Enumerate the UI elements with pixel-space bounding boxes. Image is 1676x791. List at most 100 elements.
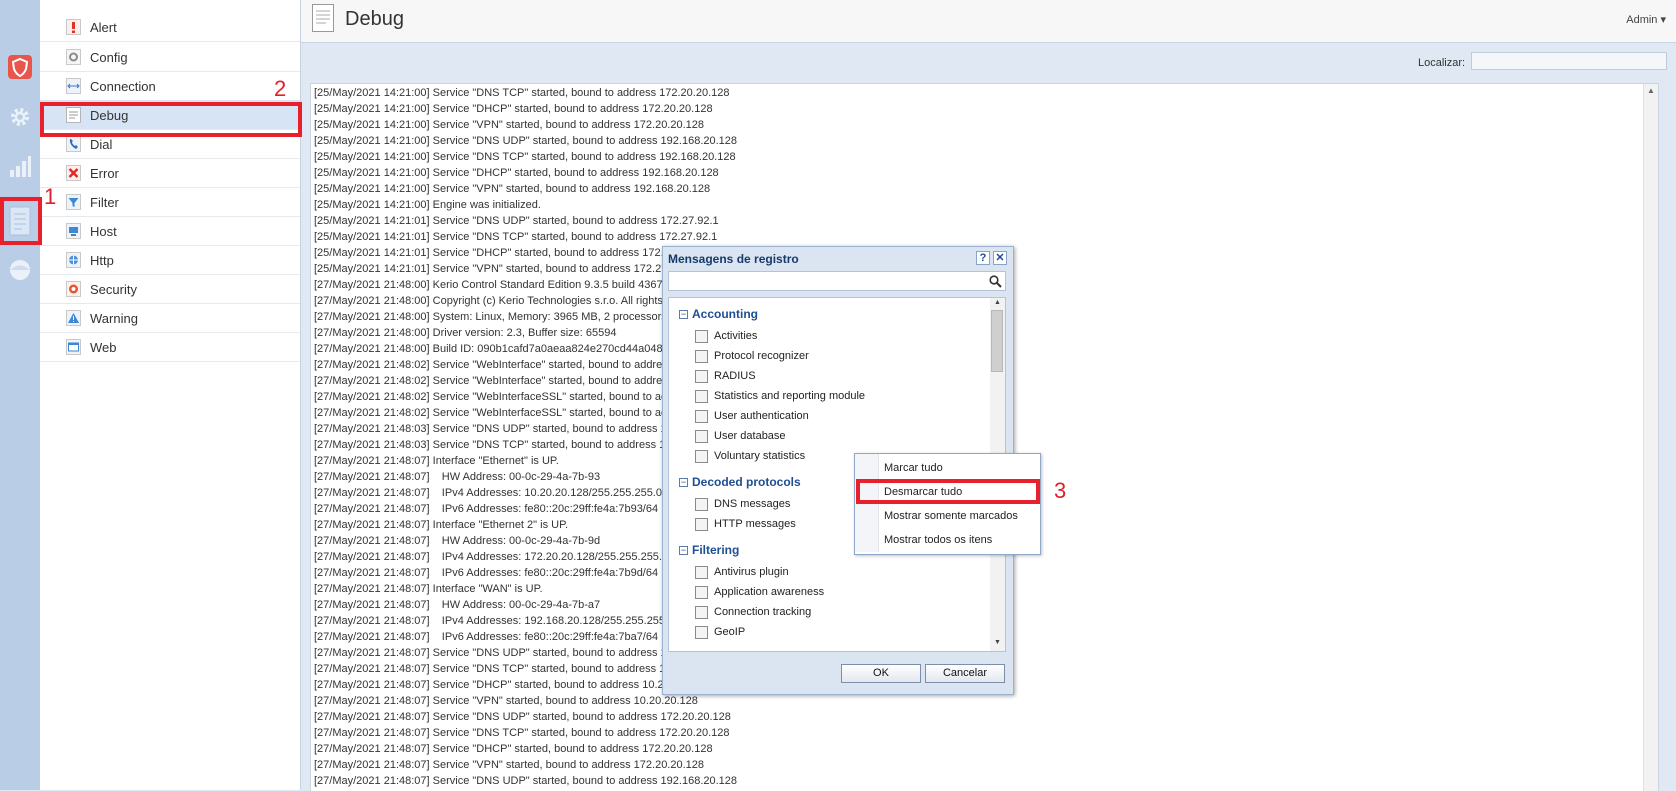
annotation-number-1: 1: [44, 184, 57, 209]
collapse-toggle-icon[interactable]: −: [679, 478, 688, 487]
annotation-box-1: [0, 197, 42, 245]
gear-icon[interactable]: [6, 103, 34, 131]
log-line: [25/May/2021 14:21:00] Service "VPN" sta…: [314, 119, 705, 131]
scroll-up-arrow-icon[interactable]: ▲: [1647, 86, 1655, 95]
annotation-box-2: [40, 102, 302, 137]
user-menu[interactable]: Admin ▾: [1626, 13, 1666, 26]
dialog-search-input[interactable]: [671, 274, 981, 288]
log-line: [27/May/2021 21:48:07] Service "DHCP" st…: [314, 743, 713, 755]
item-label: Protocol recognizer: [714, 350, 809, 362]
log-line: [27/May/2021 21:48:07] Service "VPN" sta…: [314, 759, 705, 771]
annotation-box-3: [856, 479, 1040, 504]
warning-icon: [66, 310, 81, 326]
shield-icon[interactable]: [6, 53, 34, 81]
sidebar-item-web[interactable]: Web: [40, 332, 300, 362]
status-icon[interactable]: [6, 255, 34, 283]
connection-icon: [66, 78, 81, 94]
sidebar-item-label: Config: [90, 50, 128, 65]
filter-icon: [66, 194, 81, 210]
bar-chart-icon[interactable]: [6, 152, 34, 180]
log-line: [25/May/2021 14:21:00] Service "DHCP" st…: [314, 103, 713, 115]
sidebar-item-label: Filter: [90, 195, 119, 210]
http-icon: [66, 252, 81, 268]
scroll-up-arrow-icon[interactable]: ▲: [994, 299, 1001, 306]
cancel-button[interactable]: Cancelar: [925, 664, 1005, 683]
menu-item-show-all-items[interactable]: Mostrar todos os itens: [884, 534, 992, 546]
log-line: [25/May/2021 14:21:00] Service "DHCP" st…: [314, 167, 719, 179]
checkbox[interactable]: [695, 498, 708, 511]
ok-button[interactable]: OK: [841, 664, 921, 683]
checkbox[interactable]: [695, 518, 708, 531]
item-label: Antivirus plugin: [714, 566, 789, 578]
close-button[interactable]: ✕: [993, 251, 1007, 265]
checkbox[interactable]: [695, 586, 708, 599]
sidebar-item-config[interactable]: Config: [40, 42, 300, 72]
scrollbar-thumb[interactable]: [991, 310, 1003, 372]
checkbox[interactable]: [695, 626, 708, 639]
security-icon: [66, 281, 81, 297]
search-icon[interactable]: [989, 275, 1002, 291]
log-toolbar: Localizar:: [301, 43, 1676, 83]
log-line: [25/May/2021 14:21:00] Service "VPN" sta…: [314, 183, 711, 195]
log-line: [25/May/2021 14:21:00] Engine was initia…: [314, 199, 541, 211]
sidebar-item-warning[interactable]: Warning: [40, 303, 300, 333]
sidebar-item-label: Connection: [90, 79, 156, 94]
find-label: Localizar:: [1418, 57, 1466, 69]
find-input[interactable]: [1471, 52, 1667, 70]
item-label: GeoIP: [714, 626, 746, 638]
log-line: [25/May/2021 14:21:01] Service "DNS TCP"…: [314, 231, 718, 243]
menu-item-check-all[interactable]: Marcar tudo: [884, 462, 943, 474]
item-label: User database: [714, 430, 786, 442]
log-line: [27/May/2021 21:48:07] Service "DNS TCP"…: [314, 727, 730, 739]
log-line: [25/May/2021 14:21:00] Service "DNS TCP"…: [314, 87, 730, 99]
error-icon: [66, 165, 81, 181]
sidebar-item-label: Dial: [90, 137, 113, 152]
log-line: [25/May/2021 14:21:00] Service "DNS TCP"…: [314, 151, 736, 163]
checkbox[interactable]: [695, 566, 708, 579]
log-line: [27/May/2021 21:48:07] Service "DNS UDP"…: [314, 775, 738, 787]
checkbox[interactable]: [695, 410, 708, 423]
log-scrollbar[interactable]: ▲: [1643, 84, 1658, 791]
sidebar-item-alert[interactable]: Alert: [40, 12, 300, 42]
checkbox[interactable]: [695, 606, 708, 619]
group-label: Filtering: [692, 543, 740, 557]
log-line: [25/May/2021 14:21:01] Service "DNS UDP"…: [314, 215, 719, 227]
checkbox[interactable]: [695, 430, 708, 443]
collapse-toggle-icon[interactable]: −: [679, 546, 688, 555]
page-header: Debug Admin ▾: [301, 0, 1676, 43]
scroll-down-arrow-icon[interactable]: ▼: [994, 639, 1001, 646]
sidebar-item-security[interactable]: Security: [40, 274, 300, 304]
config-icon: [66, 49, 81, 65]
checkbox[interactable]: [695, 370, 708, 383]
annotation-number-2: 2: [274, 76, 287, 101]
item-label: RADIUS: [714, 370, 756, 382]
menu-item-show-checked-only[interactable]: Mostrar somente marcados: [884, 510, 1018, 522]
dialog-search-field[interactable]: [668, 271, 1006, 291]
page-title: Debug: [345, 8, 404, 30]
checkbox[interactable]: [695, 390, 708, 403]
group-label: Accounting: [692, 307, 758, 321]
sidebar-item-label: Http: [90, 253, 114, 268]
sidebar-item-label: Web: [90, 340, 117, 355]
item-label: Connection tracking: [714, 606, 812, 618]
sidebar-item-connection[interactable]: Connection: [40, 71, 300, 101]
sidebar-item-label: Warning: [90, 311, 138, 326]
checkbox[interactable]: [695, 350, 708, 363]
item-label: Statistics and reporting module: [714, 390, 866, 402]
sidebar-item-label: Host: [90, 224, 117, 239]
app-nav-rail: [0, 0, 40, 790]
checkbox[interactable]: [695, 450, 708, 463]
sidebar-item-label: Error: [90, 166, 119, 181]
sidebar-item-error[interactable]: Error: [40, 158, 300, 188]
group-label: Decoded protocols: [692, 475, 801, 489]
collapse-toggle-icon[interactable]: −: [679, 310, 688, 319]
sidebar-item-filter[interactable]: Filter: [40, 187, 300, 217]
item-label: User authentication: [714, 410, 809, 422]
sidebar-item-host[interactable]: Host: [40, 216, 300, 246]
alert-icon: [66, 19, 81, 35]
sidebar-item-http[interactable]: Http: [40, 245, 300, 275]
help-button[interactable]: ?: [976, 251, 990, 265]
item-label: Application awareness: [714, 586, 825, 598]
checkbox[interactable]: [695, 330, 708, 343]
log-line: [27/May/2021 21:48:07] Service "VPN" sta…: [314, 695, 698, 707]
